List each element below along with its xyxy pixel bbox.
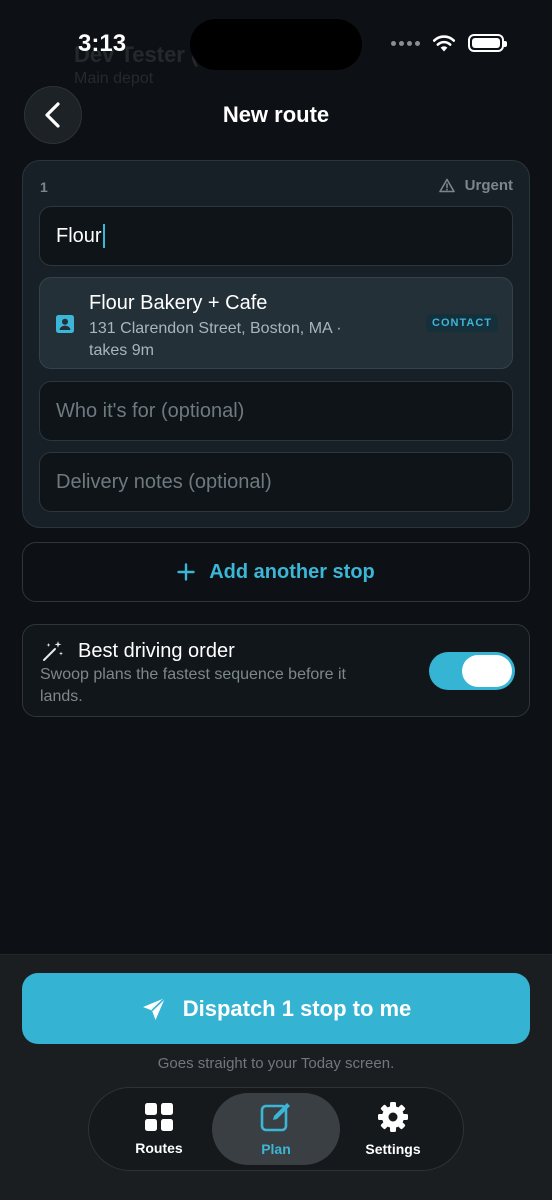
driving-order-card: Best driving order Swoop plans the faste… (22, 624, 530, 717)
urgent-label: Urgent (464, 177, 513, 194)
dispatch-note: Goes straight to your Today screen. (157, 1055, 395, 1072)
toggle-knob (462, 655, 512, 687)
magic-wand-icon (43, 641, 63, 661)
text-cursor (102, 224, 105, 248)
plus-icon (177, 563, 195, 581)
grid-icon (145, 1103, 173, 1131)
edit-icon (260, 1103, 290, 1132)
tab-routes-label: Routes (135, 1140, 183, 1156)
stop-number: 1 (40, 179, 48, 195)
stop-card: 1 Urgent Flour Flour Bakery + Cafe 131 C… (22, 160, 530, 528)
driving-order-description: Swoop plans the fastest sequence before … (40, 666, 346, 705)
warning-icon (438, 178, 455, 193)
suggestion-address: 131 Clarendon Street, Boston, MA · takes… (89, 320, 342, 359)
tab-settings-label: Settings (365, 1141, 421, 1157)
header: New route (0, 86, 552, 146)
driving-order-toggle[interactable] (429, 652, 515, 690)
status-time: 3:13 (78, 30, 127, 57)
battery-icon (468, 34, 507, 52)
status-bar: 3:13 (0, 0, 552, 90)
stop-search-value: Flour (56, 224, 102, 247)
driving-order-title: Best driving order (78, 640, 235, 662)
dispatch-button[interactable]: Dispatch 1 stop to me (22, 973, 530, 1044)
recipient-input[interactable]: Who it's for (optional) (39, 381, 513, 441)
add-stop-label: Add another stop (209, 560, 375, 583)
paper-plane-icon (142, 996, 166, 1020)
dynamic-island (190, 19, 362, 70)
contact-badge: CONTACT (426, 314, 498, 332)
urgent-toggle[interactable]: Urgent (438, 177, 513, 194)
suggestion-name: Flour Bakery + Cafe (89, 292, 268, 314)
page-title: New route (222, 102, 330, 127)
status-icons (391, 34, 507, 52)
contact-card-icon (56, 315, 74, 333)
stop-search-input[interactable]: Flour (39, 206, 513, 266)
bottom-panel: Dispatch 1 stop to me Goes straight to y… (0, 954, 552, 1200)
delivery-notes-input[interactable]: Delivery notes (optional) (39, 452, 513, 512)
wifi-icon (432, 35, 456, 52)
gear-icon (378, 1102, 408, 1132)
tab-routes[interactable]: Routes (95, 1093, 223, 1165)
tab-plan[interactable]: Plan (212, 1093, 340, 1165)
tab-plan-label: Plan (261, 1141, 291, 1157)
dispatch-label: Dispatch 1 stop to me (182, 995, 412, 1021)
suggestion-item[interactable]: Flour Bakery + Cafe 131 Clarendon Street… (39, 277, 513, 369)
add-stop-button[interactable]: Add another stop (22, 542, 530, 602)
signal-icon (391, 40, 420, 46)
tab-settings[interactable]: Settings (329, 1093, 457, 1165)
tab-bar: Routes Plan Settings (88, 1087, 464, 1171)
